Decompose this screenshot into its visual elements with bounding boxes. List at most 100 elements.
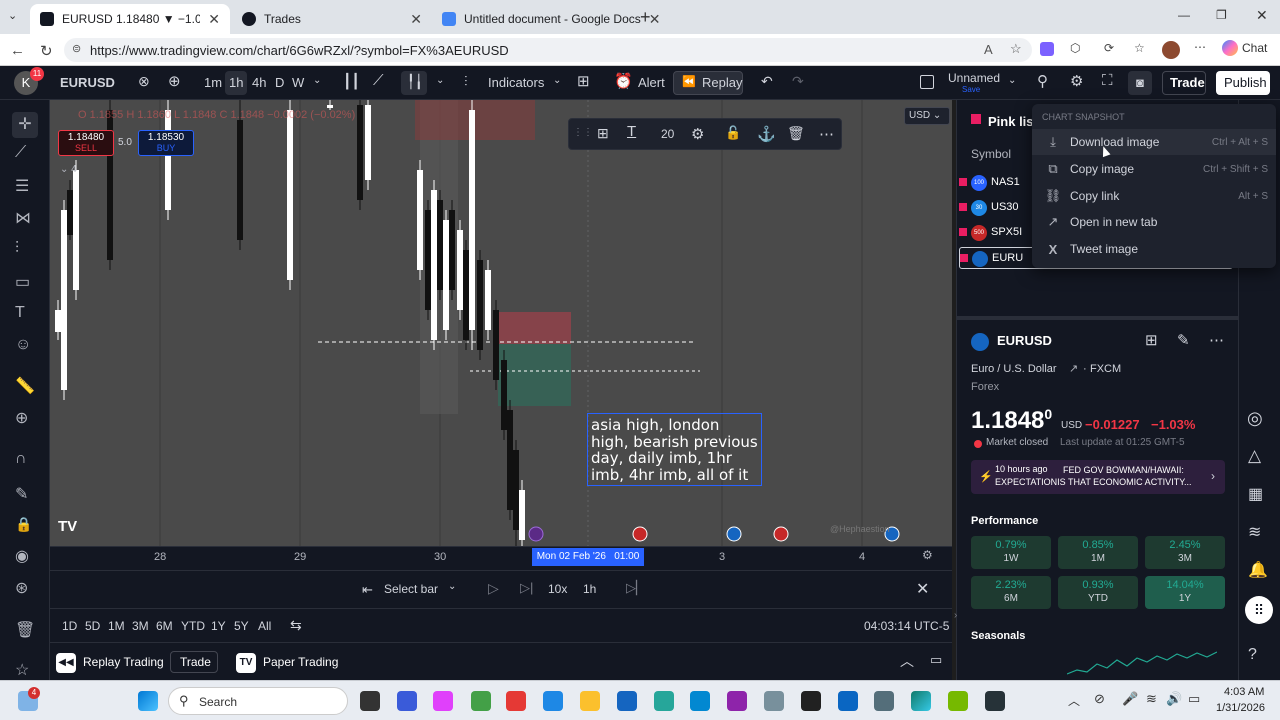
panel-collapse-handle[interactable]: › <box>954 610 957 621</box>
clock-time[interactable]: 4:03 AM <box>1224 686 1264 698</box>
profile-avatar[interactable] <box>1162 41 1180 59</box>
performance-cell[interactable]: 14.04% 1Y <box>1145 576 1225 609</box>
extension-icon[interactable] <box>1040 42 1054 56</box>
menu-item-copy-image[interactable]: ⧉ Copy image Ctrl + Shift + S <box>1032 156 1276 182</box>
emoji-icon[interactable]: ☺ <box>15 336 35 356</box>
close-tab-icon[interactable]: ✕ <box>410 11 422 28</box>
trash-icon[interactable]: 🗑 <box>787 125 805 142</box>
performance-cell[interactable]: 2.45% 3M <box>1145 536 1225 569</box>
fib-icon[interactable]: ⫶ <box>15 240 35 260</box>
range-6m[interactable]: 6M <box>156 619 173 633</box>
range-all[interactable]: All <box>258 619 271 633</box>
pattern-icon[interactable]: ⋈ <box>15 208 35 228</box>
read-aloud-icon[interactable]: A <box>984 42 993 57</box>
fullscreen-icon[interactable]: ⛶ <box>1102 72 1113 89</box>
drag-handle-icon[interactable]: ⋮⋮ <box>573 127 593 138</box>
tradingview-logo[interactable]: TV <box>58 518 77 535</box>
close-tab-icon[interactable]: ✕ <box>649 11 661 28</box>
date-range-icon[interactable]: ⇆ <box>290 617 302 634</box>
puzzle-extensions-icon[interactable]: ⬡ <box>1070 41 1080 55</box>
font-size-value[interactable]: 20 <box>661 127 674 141</box>
rectangle-icon[interactable]: ▭ <box>15 272 35 292</box>
clock-date[interactable]: 1/31/2026 <box>1216 702 1265 714</box>
app-icon[interactable] <box>471 691 491 711</box>
text-annotation[interactable]: asia high, london high, bearish previous… <box>587 413 762 486</box>
redo-icon[interactable]: ↷ <box>792 73 804 90</box>
buy-button[interactable]: 1.18530 BUY <box>138 130 194 156</box>
interval-4h[interactable]: 4h <box>252 75 266 90</box>
paper-trading-tab[interactable]: Paper Trading <box>263 655 338 669</box>
price-chart-canvas[interactable] <box>50 100 952 570</box>
compare-symbol-icon[interactable]: ⊗ <box>138 73 150 90</box>
range-5d[interactable]: 5D <box>85 619 100 633</box>
app-icon[interactable] <box>727 691 747 711</box>
clock-timezone[interactable]: 04:03:14 UTC-5 <box>864 619 949 633</box>
tab-google-docs[interactable]: Untitled document - Google Docs ✕ <box>432 4 661 34</box>
layout-checkbox-icon[interactable] <box>920 75 934 89</box>
app-icon[interactable] <box>654 691 674 711</box>
app-icon[interactable] <box>543 691 563 711</box>
maximize-panel-icon[interactable]: ▭ <box>930 652 942 668</box>
reload-icon[interactable]: ↻ <box>40 42 53 60</box>
back-arrow-icon[interactable]: ← <box>10 42 25 59</box>
watchlist-title[interactable]: Pink list <box>988 114 1038 129</box>
performance-cell[interactable]: 0.79% 1W <box>971 536 1051 569</box>
indicators-dropdown-icon[interactable]: ⌄ <box>553 75 561 86</box>
time-axis[interactable] <box>50 546 952 570</box>
event-flag-us-icon[interactable] <box>632 526 648 542</box>
more-options-icon[interactable]: ⋯ <box>1209 331 1224 349</box>
expand-panel-icon[interactable]: ︿ <box>900 651 914 671</box>
lock-drawings-icon[interactable]: 🔒 <box>15 516 35 536</box>
interval-1m[interactable]: 1m <box>204 75 222 90</box>
external-link-icon[interactable]: ↗ <box>1069 362 1078 375</box>
target-icon[interactable]: ◎ <box>1247 408 1263 429</box>
file-explorer-icon[interactable] <box>580 691 600 711</box>
tab-eurusd[interactable]: EURUSD 1.18480 ▼ −1.03% Unna ✕ <box>30 4 230 34</box>
replay-speed[interactable]: 10x <box>548 582 567 596</box>
range-3m[interactable]: 3M <box>132 619 149 633</box>
microphone-icon[interactable]: 🎤 <box>1122 691 1138 707</box>
jump-to-realtime-icon[interactable]: ▷▏ <box>626 580 646 596</box>
interval-d[interactable]: D <box>275 75 284 90</box>
interval-dropdown-icon[interactable]: ⌄ <box>313 75 321 86</box>
event-marker-lightning-icon[interactable] <box>528 526 544 542</box>
undo-icon[interactable]: ↶ <box>761 73 773 90</box>
camera-snapshot-icon[interactable]: ◙ <box>1128 71 1152 95</box>
details-symbol[interactable]: EURUSD <box>997 333 1052 348</box>
tab-list-dropdown[interactable]: ⌄ <box>8 9 24 25</box>
taskbar-search-box[interactable]: ⚲ Search <box>168 687 348 715</box>
text-color-icon[interactable]: T <box>627 123 636 140</box>
indicators-button[interactable]: Indicators <box>488 75 544 90</box>
object-tree-icon[interactable]: ⊛ <box>15 578 35 598</box>
horizontal-lines-icon[interactable]: ☰ <box>15 176 35 196</box>
sell-button[interactable]: 1.18480 SELL <box>58 130 114 156</box>
performance-cell[interactable]: 2.23% 6M <box>971 576 1051 609</box>
line-chart-icon[interactable]: ⟋ <box>373 72 384 89</box>
interval-1h[interactable]: 1h <box>229 75 243 90</box>
more-menu-icon[interactable]: ⋯ <box>1194 40 1206 54</box>
zoom-icon[interactable]: ⊕ <box>15 408 35 428</box>
range-1y[interactable]: 1Y <box>211 619 226 633</box>
maximize-window-icon[interactable]: ❐ <box>1216 8 1227 22</box>
range-ytd[interactable]: YTD <box>181 619 205 633</box>
bar-type-icon[interactable]: ┃┃ <box>343 73 360 90</box>
url-input[interactable]: ⊜ https://www.tradingview.com/chart/6G6w… <box>64 38 1032 62</box>
settings-gear-icon[interactable]: ⚙ <box>691 125 704 143</box>
symbol-column-header[interactable]: Symbol <box>971 147 1011 161</box>
ruler-icon[interactable]: 📏 <box>15 376 35 396</box>
chevron-down-icon[interactable]: ⌄ <box>448 581 456 592</box>
menu-item-download-image[interactable]: ⤓ Download image Ctrl + Alt + S <box>1032 129 1276 155</box>
copilot-chat-button[interactable]: Chat <box>1222 40 1267 56</box>
layout-name[interactable]: Unnamed <box>948 71 1000 85</box>
hide-drawings-icon[interactable]: ◉ <box>15 546 35 566</box>
settings-gear-icon[interactable] <box>764 691 784 711</box>
app-icon[interactable] <box>874 691 894 711</box>
wifi-icon[interactable]: ≋ <box>1146 691 1157 707</box>
ideas-icon[interactable]: △ <box>1248 446 1261 466</box>
performance-cell[interactable]: 0.85% 1M <box>1058 536 1138 569</box>
help-icon[interactable]: ? <box>1248 646 1257 664</box>
volume-icon[interactable]: 🔊 <box>1166 691 1182 707</box>
event-flag-eu-icon[interactable] <box>726 526 742 542</box>
favorites-star-icon[interactable]: ☆ <box>15 660 35 680</box>
lock-icon[interactable]: 🔓 <box>725 125 741 141</box>
